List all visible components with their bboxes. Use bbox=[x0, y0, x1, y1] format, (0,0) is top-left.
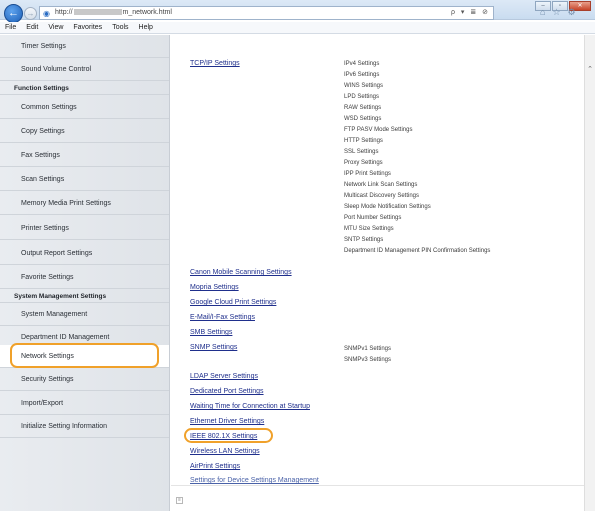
address-bar[interactable]: ◉ http:// m_network.html ρ ▾ ≣ ⊘ bbox=[39, 6, 494, 20]
menu-tools[interactable]: Tools bbox=[112, 24, 128, 31]
sidebar-item-copy-settings[interactable]: Copy Settings bbox=[0, 120, 169, 143]
sub-ssl-settings: SSL Settings bbox=[344, 149, 379, 155]
sidebar-item-memory-media-print-settings[interactable]: Memory Media Print Settings bbox=[0, 192, 169, 215]
browser-toolbar-icons: ⌂ ☆ ⚙ bbox=[540, 7, 576, 18]
sub-sntp-settings: SNTP Settings bbox=[344, 237, 384, 243]
sub-ipv4-settings: IPv4 Settings bbox=[344, 61, 380, 67]
settings-gear-icon[interactable]: ⚙ bbox=[568, 7, 576, 18]
sub-multicast-discovery-settings: Multicast Discovery Settings bbox=[344, 193, 420, 199]
link-mopria-settings[interactable]: Mopria Settings bbox=[190, 284, 239, 291]
sidebar-item-fax-settings[interactable]: Fax Settings bbox=[0, 144, 169, 167]
sub-snmpv1-settings: SNMPv1 Settings bbox=[344, 346, 392, 352]
menu-edit[interactable]: Edit bbox=[26, 24, 38, 31]
sidebar-item-security-settings[interactable]: Security Settings bbox=[0, 368, 169, 391]
sub-proxy-settings: Proxy Settings bbox=[344, 160, 383, 166]
home-icon[interactable]: ⌂ bbox=[540, 7, 545, 18]
sub-ipv6-settings: IPv6 Settings bbox=[344, 72, 380, 78]
settings-sidebar: Timer Settings Sound Volume Control Func… bbox=[0, 35, 170, 511]
link-dedicated-port-settings[interactable]: Dedicated Port Settings bbox=[190, 388, 264, 395]
favorites-star-icon[interactable]: ☆ bbox=[552, 7, 560, 18]
sub-lpd-settings: LPD Settings bbox=[344, 94, 380, 100]
link-wireless-lan-settings[interactable]: Wireless LAN Settings bbox=[190, 448, 260, 455]
menu-bar: File Edit View Favorites Tools Help bbox=[0, 22, 595, 34]
sub-http-settings: HTTP Settings bbox=[344, 138, 383, 144]
sidebar-heading-system-management-settings: System Management Settings bbox=[0, 290, 169, 303]
sub-ipp-print-settings: IPP Print Settings bbox=[344, 171, 391, 177]
address-bar-row: ← → ◉ http:// m_network.html ρ ▾ ≣ ⊘ ⌂ ☆ … bbox=[0, 4, 595, 23]
sub-raw-settings: RAW Settings bbox=[344, 105, 382, 111]
footer-divider bbox=[171, 485, 584, 486]
link-airprint-settings[interactable]: AirPrint Settings bbox=[190, 463, 240, 470]
sub-ftp-pasv-mode-settings: FTP PASV Mode Settings bbox=[344, 127, 413, 133]
sidebar-item-initialize-setting-information[interactable]: Initialize Setting Information bbox=[0, 415, 169, 438]
sub-wins-settings: WINS Settings bbox=[344, 83, 384, 89]
sub-department-id-pin-confirmation-settings: Department ID Management PIN Confirmatio… bbox=[344, 248, 491, 254]
network-settings-highlight bbox=[10, 343, 159, 368]
menu-help[interactable]: Help bbox=[139, 24, 153, 31]
sub-snmpv3-settings: SNMPv3 Settings bbox=[344, 357, 392, 363]
link-tcpip-settings[interactable]: TCP/IP Settings bbox=[190, 60, 240, 67]
sidebar-item-scan-settings[interactable]: Scan Settings bbox=[0, 168, 169, 191]
link-canon-mobile-scanning-settings[interactable]: Canon Mobile Scanning Settings bbox=[190, 269, 292, 276]
link-waiting-time-connection-startup[interactable]: Waiting Time for Connection at Startup bbox=[190, 403, 310, 410]
menu-favorites[interactable]: Favorites bbox=[73, 24, 102, 31]
vertical-scrollbar[interactable]: ⌃ bbox=[584, 35, 595, 511]
menu-view[interactable]: View bbox=[48, 24, 63, 31]
link-google-cloud-print-settings[interactable]: Google Cloud Print Settings bbox=[190, 299, 276, 306]
link-ldap-server-settings[interactable]: LDAP Server Settings bbox=[190, 373, 258, 380]
sidebar-item-import-export[interactable]: Import/Export bbox=[0, 392, 169, 415]
url-prefix: http:// bbox=[55, 9, 73, 16]
menu-file[interactable]: File bbox=[5, 24, 16, 31]
sidebar-item-common-settings[interactable]: Common Settings bbox=[0, 96, 169, 119]
ieee-8021x-highlight bbox=[184, 428, 273, 443]
sub-wsd-settings: WSD Settings bbox=[344, 116, 382, 122]
forward-button[interactable]: → bbox=[24, 7, 37, 20]
sub-network-link-scan-settings: Network Link Scan Settings bbox=[344, 182, 418, 188]
sidebar-item-printer-settings[interactable]: Printer Settings bbox=[0, 217, 169, 240]
sub-sleep-mode-notification-settings: Sleep Mode Notification Settings bbox=[344, 204, 431, 210]
sidebar-item-system-management[interactable]: System Management bbox=[0, 303, 169, 326]
sidebar-item-favorite-settings[interactable]: Favorite Settings bbox=[0, 266, 169, 289]
url-text: http:// m_network.html bbox=[55, 9, 172, 16]
link-smb-settings[interactable]: SMB Settings bbox=[190, 329, 232, 336]
link-snmp-settings[interactable]: SNMP Settings bbox=[190, 344, 237, 351]
link-settings-device-settings-management[interactable]: Settings for Device Settings Management bbox=[190, 477, 319, 484]
page-top-icon[interactable]: ≡ bbox=[176, 497, 183, 504]
scroll-up-icon[interactable]: ⌃ bbox=[585, 66, 595, 74]
page-icon: ◉ bbox=[43, 9, 50, 18]
sidebar-item-sound-volume-control[interactable]: Sound Volume Control bbox=[0, 58, 169, 81]
back-button[interactable]: ← bbox=[4, 4, 23, 23]
link-ethernet-driver-settings[interactable]: Ethernet Driver Settings bbox=[190, 418, 264, 425]
link-email-ifax-settings[interactable]: E-Mail/I-Fax Settings bbox=[190, 314, 255, 321]
network-settings-panel: TCP/IP Settings IPv4 Settings IPv6 Setti… bbox=[171, 35, 584, 511]
url-suffix: m_network.html bbox=[122, 9, 172, 16]
url-redacted bbox=[73, 9, 122, 16]
sub-port-number-settings: Port Number Settings bbox=[344, 215, 402, 221]
address-bar-tools[interactable]: ρ ▾ ≣ ⊘ bbox=[451, 8, 490, 16]
sidebar-heading-function-settings: Function Settings bbox=[0, 82, 169, 95]
sidebar-item-timer-settings[interactable]: Timer Settings bbox=[0, 35, 169, 58]
sub-mtu-size-settings: MTU Size Settings bbox=[344, 226, 394, 232]
sidebar-item-output-report-settings[interactable]: Output Report Settings bbox=[0, 242, 169, 265]
